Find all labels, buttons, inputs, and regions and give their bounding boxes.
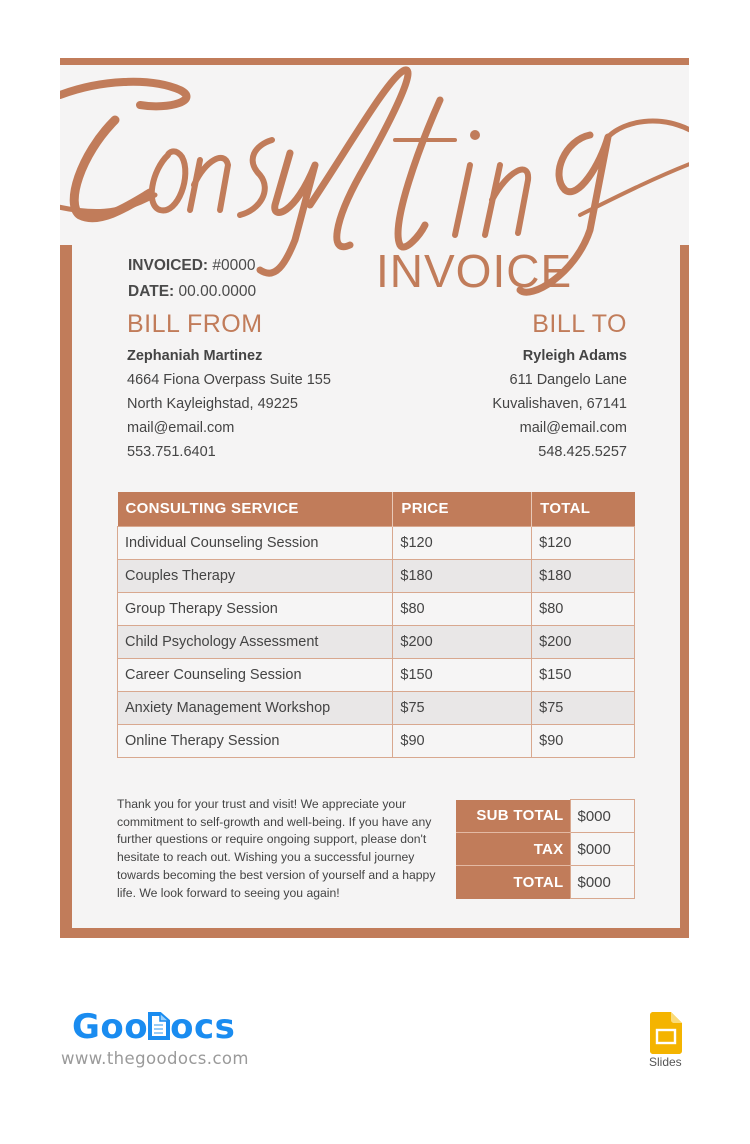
- total-cell: $75: [531, 690, 635, 725]
- date-label: DATE:: [128, 283, 175, 300]
- invoice-date-line: DATE: 00.00.0000: [128, 279, 256, 305]
- total-label: TOTAL: [456, 865, 570, 899]
- total-cell: $120: [531, 525, 635, 560]
- table-row: Couples Therapy $180 $180: [116, 558, 635, 593]
- bill-from-address1: 4664 Fiona Overpass Suite 155: [127, 372, 331, 388]
- price-cell: $120: [392, 525, 533, 560]
- invoiced-label: INVOICED:: [128, 257, 209, 274]
- price-cell: $180: [392, 558, 533, 593]
- brand-text-part1: Goo: [72, 1007, 149, 1047]
- bill-from-email: mail@email.com: [127, 420, 235, 436]
- service-cell: Couples Therapy: [116, 558, 394, 593]
- subtotal-row: SUB TOTAL $000: [456, 799, 635, 833]
- invoice-title: INVOICE: [376, 245, 573, 297]
- table-row: Individual Counseling Session $120 $120: [116, 525, 635, 560]
- table-row: Career Counseling Session $150 $150: [116, 657, 635, 692]
- table-row: Child Psychology Assessment $200 $200: [116, 624, 635, 659]
- tax-row: TAX $000: [456, 832, 635, 866]
- price-cell: $150: [392, 657, 533, 692]
- service-cell: Group Therapy Session: [116, 591, 394, 626]
- tax-label: TAX: [456, 832, 570, 866]
- subtotal-value: $000: [569, 799, 635, 833]
- table-row: Anxiety Management Workshop $75 $75: [116, 690, 635, 725]
- bill-from-address2: North Kayleighstad, 49225: [127, 396, 298, 412]
- goodocs-logo[interactable]: Goo ocs: [72, 1007, 235, 1047]
- bill-to-address2: Kuvalishaven, 67141: [492, 396, 627, 412]
- bill-to-phone: 548.425.5257: [538, 444, 627, 460]
- bill-to-section: BILL TO Ryleigh Adams 611 Dangelo Lane K…: [492, 309, 627, 464]
- website-link[interactable]: www.thegoodocs.com: [61, 1049, 249, 1068]
- service-cell: Individual Counseling Session: [116, 525, 394, 560]
- bill-from-name: Zephaniah Martinez: [127, 348, 263, 364]
- total-cell: $180: [531, 558, 635, 593]
- price-cell: $90: [392, 723, 533, 758]
- date-value: 00.00.0000: [178, 283, 257, 300]
- total-cell: $80: [531, 591, 635, 626]
- slides-label: Slides: [649, 1055, 682, 1069]
- subtotal-label: SUB TOTAL: [456, 799, 570, 833]
- top-accent-band: [60, 58, 689, 65]
- service-cell: Child Psychology Assessment: [116, 624, 394, 659]
- table-row: Online Therapy Session $90 $90: [116, 723, 635, 758]
- thank-you-note: Thank you for your trust and visit! We a…: [117, 797, 436, 900]
- bill-to-email: mail@email.com: [519, 420, 627, 436]
- total-row: TOTAL $000: [456, 865, 635, 899]
- table-row: Group Therapy Session $80 $80: [116, 591, 635, 626]
- total-cell: $150: [531, 657, 635, 692]
- total-value: $000: [569, 865, 635, 899]
- bill-to-address1: 611 Dangelo Lane: [509, 372, 627, 388]
- price-cell: $200: [392, 624, 533, 659]
- service-cell: Career Counseling Session: [116, 657, 394, 692]
- bill-to-heading: BILL TO: [532, 310, 627, 338]
- invoice-number-line: INVOICED: #0000: [128, 253, 256, 279]
- bill-from-section: BILL FROM Zephaniah Martinez 4664 Fiona …: [127, 309, 331, 464]
- header-service: CONSULTING SERVICE: [117, 492, 394, 526]
- totals-table: SUB TOTAL $000 TAX $000 TOTAL $000: [456, 799, 635, 899]
- invoice-meta: INVOICED: #0000 DATE: 00.00.0000: [128, 253, 256, 305]
- price-cell: $80: [392, 591, 533, 626]
- tax-value: $000: [569, 832, 635, 866]
- document-icon: [148, 1009, 171, 1040]
- google-slides-icon[interactable]: [650, 1012, 682, 1054]
- table-header-row: CONSULTING SERVICE PRICE TOTAL: [117, 492, 635, 526]
- service-cell: Online Therapy Session: [116, 723, 394, 758]
- bill-to-name: Ryleigh Adams: [522, 348, 627, 364]
- brand-text-part2: ocs: [170, 1007, 236, 1047]
- total-cell: $200: [531, 624, 635, 659]
- service-cell: Anxiety Management Workshop: [116, 690, 394, 725]
- price-cell: $75: [392, 690, 533, 725]
- total-cell: $90: [531, 723, 635, 758]
- header-total: TOTAL: [531, 492, 635, 526]
- bill-from-phone: 553.751.6401: [127, 444, 216, 460]
- header-price: PRICE: [392, 492, 533, 526]
- bill-from-heading: BILL FROM: [127, 310, 263, 338]
- invoiced-value: #0000: [212, 257, 256, 274]
- services-table: CONSULTING SERVICE PRICE TOTAL Individua…: [116, 492, 635, 758]
